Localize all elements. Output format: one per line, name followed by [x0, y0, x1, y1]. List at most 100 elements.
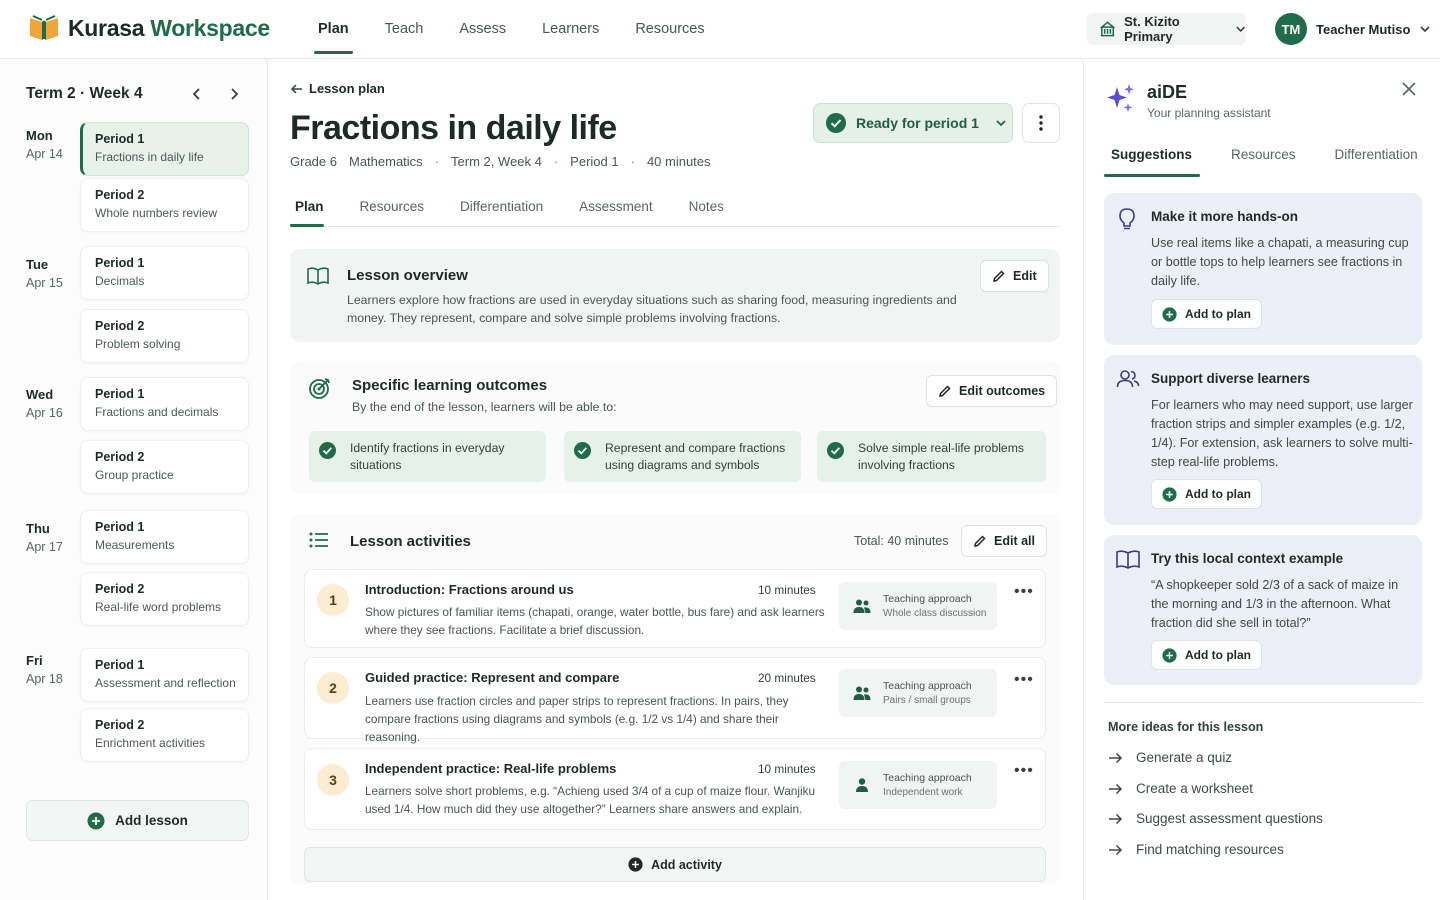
activity-more-icon[interactable]: ••• — [1014, 583, 1034, 601]
check-circle-icon — [827, 442, 844, 459]
chevron-down-icon — [1235, 26, 1245, 32]
status-dropdown[interactable]: Ready for period 1 — [813, 103, 1013, 143]
activity-row[interactable]: 2 Guided practice: Represent and compare… — [304, 657, 1046, 744]
activity-row[interactable]: 3 Independent practice: Real-life proble… — [304, 748, 1046, 830]
nav-plan[interactable]: Plan — [314, 0, 353, 59]
person-icon — [856, 778, 868, 792]
suggestion-title: Support diverse learners — [1151, 371, 1311, 386]
app-name: Kurasa Workspace — [68, 14, 270, 41]
user-name: Teacher Mutiso — [1316, 21, 1411, 37]
idea-link-resources[interactable]: Find matching resources — [1108, 842, 1284, 857]
idea-link-worksheet[interactable]: Create a worksheet — [1108, 781, 1253, 796]
suggestion-card: Try this local context example “A shopke… — [1104, 535, 1422, 685]
meta-term: Term 2, Week 4 — [451, 154, 542, 169]
outcome-item: Represent and compare fractions using di… — [564, 431, 801, 482]
add-to-plan-button[interactable]: Add to plan — [1151, 299, 1262, 329]
chevron-left-icon[interactable] — [187, 84, 207, 104]
activity-row[interactable]: 1 Introduction: Fractions around us 10 m… — [304, 569, 1046, 648]
chevron-right-icon[interactable] — [224, 84, 244, 104]
chevron-down-icon — [1420, 26, 1430, 33]
nav-learners[interactable]: Learners — [542, 0, 599, 59]
plus-circle-icon — [628, 857, 643, 872]
week-sidebar: Term 2 · Week 4 Mon Apr 14 Period 1 Fracti… — [0, 59, 268, 900]
add-to-plan-button[interactable]: Add to plan — [1151, 479, 1262, 509]
plus-circle-icon — [1162, 486, 1177, 502]
day-fri: Fri Apr 18 — [26, 653, 63, 686]
activity-number: 2 — [317, 672, 349, 704]
assistant-title: aiDE — [1147, 82, 1188, 102]
period-wed-1[interactable]: Period 1 Fractions and decimals — [80, 377, 249, 431]
period-wed-2[interactable]: Period 2 Group practice — [80, 440, 249, 494]
back-link[interactable]: Lesson plan — [290, 81, 385, 96]
activity-description: Learners use fraction circles and paper … — [365, 694, 789, 744]
idea-link-assessment-questions[interactable]: Suggest assessment questions — [1108, 811, 1323, 826]
period-mon-1[interactable]: Period 1 Fractions in daily life — [80, 122, 249, 176]
period-mon-2[interactable]: Period 2 Whole numbers review — [80, 178, 249, 232]
app-logo[interactable]: Kurasa Workspace — [28, 14, 270, 42]
edit-overview-button[interactable]: Edit — [980, 260, 1049, 292]
idea-link-quiz[interactable]: Generate a quiz — [1108, 750, 1232, 765]
activities-total: Total: 40 minutes — [854, 534, 949, 548]
tab-notes[interactable]: Notes — [684, 199, 724, 226]
tab-assistant-resources[interactable]: Resources — [1224, 147, 1304, 177]
period-thu-2[interactable]: Period 2 Real-life word problems — [80, 572, 249, 626]
avatar: TM — [1275, 13, 1307, 45]
edit-outcomes-button[interactable]: Edit outcomes — [926, 375, 1058, 407]
activity-description: Learners solve short problems, e.g. “Ach… — [365, 784, 816, 816]
outcomes-title: Specific learning outcomes — [352, 377, 548, 394]
lesson-meta: Grade 6 Mathematics · Term 2, Week 4 · P… — [290, 154, 711, 169]
activity-more-icon[interactable]: ••• — [1014, 762, 1034, 780]
arrow-right-icon — [1109, 844, 1123, 855]
week-label: Term 2 · Week 4 — [26, 85, 143, 102]
user-menu[interactable]: TM Teacher Mutiso — [1275, 13, 1431, 45]
main-nav: Plan Teach Assess Learners Resources — [314, 0, 741, 59]
assistant-subtitle: Your planning assistant — [1147, 106, 1271, 120]
tab-suggestions[interactable]: Suggestions — [1104, 147, 1201, 177]
tab-assistant-differentiation[interactable]: Differentiation — [1328, 147, 1426, 177]
activity-description: Show pictures of familiar items (chapati… — [365, 605, 825, 637]
check-circle-icon — [574, 442, 591, 459]
more-options-button[interactable] — [1022, 103, 1060, 143]
activities-title: Lesson activities — [350, 533, 471, 550]
nav-resources[interactable]: Resources — [635, 0, 704, 59]
nav-teach[interactable]: Teach — [385, 0, 424, 59]
activity-title: Guided practice: Represent and compare — [365, 670, 620, 685]
pencil-icon — [993, 270, 1005, 282]
tab-resources[interactable]: Resources — [355, 199, 425, 226]
activity-more-icon[interactable]: ••• — [1014, 671, 1034, 689]
book-logo-icon — [30, 15, 58, 40]
activity-duration: 20 minutes — [758, 671, 816, 685]
assistant-panel: aiDE Your planning assistant Suggestions… — [1083, 59, 1440, 900]
tab-assessment[interactable]: Assessment — [574, 199, 653, 226]
edit-all-button[interactable]: Edit all — [961, 525, 1047, 557]
book-icon — [1116, 550, 1140, 569]
school-selector[interactable]: St. Kizito Primary — [1087, 13, 1246, 45]
add-lesson-button[interactable]: Add lesson — [26, 800, 249, 841]
activity-duration: 10 minutes — [758, 762, 816, 776]
meta-duration: 40 minutes — [646, 154, 711, 169]
period-tue-1[interactable]: Period 1 Decimals — [80, 246, 249, 300]
close-icon[interactable] — [1401, 81, 1417, 97]
add-to-plan-button[interactable]: Add to plan — [1151, 640, 1262, 670]
sparkle-icon — [1107, 84, 1134, 112]
meta-period: Period 1 — [570, 154, 619, 169]
period-fri-2[interactable]: Period 2 Enrichment activities — [80, 708, 249, 762]
suggestion-text: For learners who may need support, use l… — [1151, 398, 1413, 469]
overview-text: Learners explore how fractions are used … — [347, 293, 957, 325]
more-vertical-icon — [1039, 115, 1043, 131]
tab-differentiation[interactable]: Differentiation — [455, 199, 543, 226]
overview-title: Lesson overview — [347, 267, 468, 284]
open-book-icon — [307, 267, 329, 285]
suggestion-text: “A shopkeeper sold 2/3 of a sack of maiz… — [1151, 578, 1399, 630]
period-thu-1[interactable]: Period 1 Measurements — [80, 510, 249, 564]
period-fri-1[interactable]: Period 1 Assessment and reflection — [80, 648, 249, 702]
divider — [1104, 702, 1422, 703]
activity-title: Independent practice: Real-life problems — [365, 761, 617, 776]
day-thu: Thu Apr 17 — [26, 521, 63, 554]
tab-plan[interactable]: Plan — [290, 199, 324, 227]
outcome-item: Identify fractions in everyday situation… — [309, 431, 546, 482]
lesson-plan-main: Lesson plan Fractions in daily life Grad… — [268, 59, 1083, 900]
period-tue-2[interactable]: Period 2 Problem solving — [80, 309, 249, 363]
add-activity-button[interactable]: Add activity — [304, 847, 1046, 882]
nav-assess[interactable]: Assess — [459, 0, 506, 59]
